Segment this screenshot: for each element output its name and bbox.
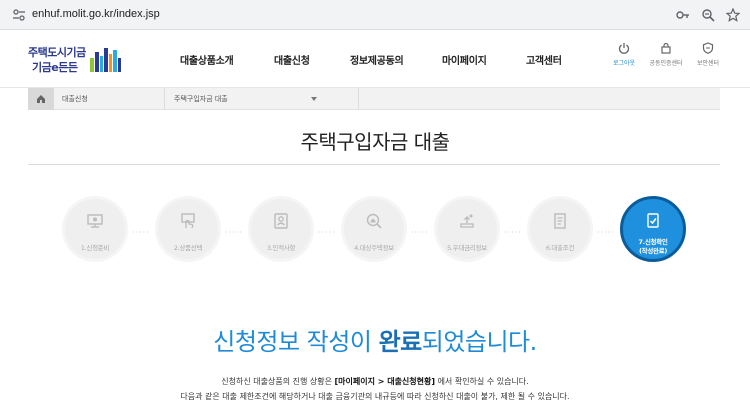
step-3-label: 3.인적사항 bbox=[266, 244, 296, 252]
nav-customer-center[interactable]: 고객센터 bbox=[526, 52, 562, 67]
logout-label: 로그아웃 bbox=[612, 60, 636, 67]
shield-icon bbox=[702, 42, 714, 54]
lock-icon bbox=[661, 42, 671, 54]
progress-steps: 1.신청준비 ····· 2.상품선택 ····· 3.인적사항 ····· 4… bbox=[0, 190, 750, 270]
step-6[interactable]: 6.대출조건 bbox=[527, 196, 593, 262]
nav-mypage[interactable]: 마이페이지 bbox=[442, 52, 487, 67]
step-connector: ····· bbox=[132, 228, 150, 237]
certificate-center-button[interactable]: 공동인증센터 bbox=[644, 42, 688, 67]
restriction-notice: 다음과 같은 대출 제한조건에 해당하거나 대출 금융기관의 내규등에 따라 신… bbox=[180, 392, 570, 401]
step-7-active[interactable]: 7.신청확인 (작성완료) bbox=[620, 196, 686, 262]
step-1[interactable]: 1.신청준비 bbox=[62, 196, 128, 262]
home-icon bbox=[37, 95, 45, 103]
step-5[interactable]: 5.우대금리정보 bbox=[434, 196, 500, 262]
document-icon bbox=[554, 213, 566, 229]
url-text[interactable]: enhuf.molit.go.kr/index.jsp bbox=[32, 8, 160, 20]
security-center-button[interactable]: 보안센터 bbox=[686, 42, 730, 67]
zoom-icon[interactable] bbox=[701, 8, 715, 22]
step-2-label: 2.상품선택 bbox=[173, 244, 203, 252]
step-2[interactable]: 2.상품선택 bbox=[155, 196, 221, 262]
step-5-label: 5.우대금리정보 bbox=[447, 244, 487, 252]
security-center-label: 보안센터 bbox=[696, 60, 720, 67]
logout-button[interactable]: 로그아웃 bbox=[602, 42, 646, 67]
nav-loan-products[interactable]: 대출상품소개 bbox=[180, 52, 234, 67]
step-4-label: 4.대상주택정보 bbox=[354, 244, 394, 252]
step-7-label-line1: 7.신청확인 bbox=[638, 238, 668, 246]
certificate-center-label: 공동인증센터 bbox=[649, 60, 683, 67]
address-bar[interactable]: enhuf.molit.go.kr/index.jsp bbox=[4, 3, 704, 27]
completion-message: 신청정보 작성이 완료되었습니다. bbox=[0, 322, 750, 357]
step-7-label-line2: (작성완료) bbox=[638, 247, 668, 255]
breadcrumb-loan-select[interactable]: 주택구입자금 대출 bbox=[174, 94, 324, 104]
completion-text-pre: 신청정보 작성이 bbox=[213, 328, 379, 356]
logo-text-line1: 주택도시기금 bbox=[28, 46, 86, 59]
bookmark-star-icon[interactable] bbox=[726, 8, 740, 22]
site-header: 주택도시기금 기금e든든 대출상품소개 대출신청 정보제공동의 마이페이지 고객… bbox=[0, 30, 750, 88]
step-connector: ····· bbox=[411, 228, 429, 237]
chevron-down-icon[interactable] bbox=[311, 97, 317, 101]
breadcrumb: 대출신청 주택구입자금 대출 bbox=[28, 88, 720, 110]
site-logo[interactable]: 주택도시기금 기금e든든 bbox=[28, 44, 128, 78]
step-1-label: 1.신청준비 bbox=[80, 244, 110, 252]
info-text-post: 에서 확인하실 수 있습니다. bbox=[435, 377, 529, 386]
key-icon[interactable] bbox=[676, 8, 690, 22]
hand-select-icon bbox=[181, 213, 195, 229]
breadcrumb-item-loan-apply[interactable]: 대출신청 bbox=[62, 94, 88, 104]
completion-text-emphasis: 완료 bbox=[378, 328, 423, 356]
house-search-icon bbox=[366, 213, 382, 229]
monitor-icon bbox=[87, 214, 103, 228]
title-divider bbox=[28, 164, 720, 165]
id-card-icon bbox=[274, 213, 288, 229]
rate-icon bbox=[460, 214, 474, 228]
home-button[interactable] bbox=[28, 88, 54, 110]
completion-text-post: 되었습니다. bbox=[421, 328, 538, 356]
logo-text-line2: 기금e든든 bbox=[32, 61, 78, 74]
step-connector: ····· bbox=[597, 228, 615, 237]
check-doc-icon bbox=[647, 213, 659, 228]
breadcrumb-divider bbox=[358, 88, 359, 110]
nav-loan-apply[interactable]: 대출신청 bbox=[274, 52, 310, 67]
info-text-pre: 신청하신 대출상품의 진행 상황은 bbox=[221, 377, 335, 386]
step-connector: ····· bbox=[318, 228, 336, 237]
step-4[interactable]: 4.대상주택정보 bbox=[341, 196, 407, 262]
step-connector: ····· bbox=[504, 228, 522, 237]
breadcrumb-divider bbox=[164, 88, 165, 110]
step-7-label: 7.신청확인 (작성완료) bbox=[623, 238, 683, 256]
power-icon bbox=[618, 43, 630, 54]
page-title: 주택구입자금 대출 bbox=[300, 130, 450, 154]
nav-info-consent[interactable]: 정보제공동의 bbox=[350, 52, 404, 67]
mypage-path: [마이페이지 > 대출신청현황] bbox=[334, 377, 436, 386]
logo-buildings-icon bbox=[90, 48, 121, 72]
step-3[interactable]: 3.인적사항 bbox=[248, 196, 314, 262]
site-settings-icon[interactable] bbox=[12, 9, 26, 21]
status-info-text: 신청하신 대출상품의 진행 상황은 [마이페이지 > 대출신청현황] 에서 확인… bbox=[0, 376, 750, 387]
step-connector: ····· bbox=[225, 228, 243, 237]
browser-toolbar: enhuf.molit.go.kr/index.jsp bbox=[0, 0, 750, 30]
step-6-label: 6.대출조건 bbox=[545, 244, 575, 252]
